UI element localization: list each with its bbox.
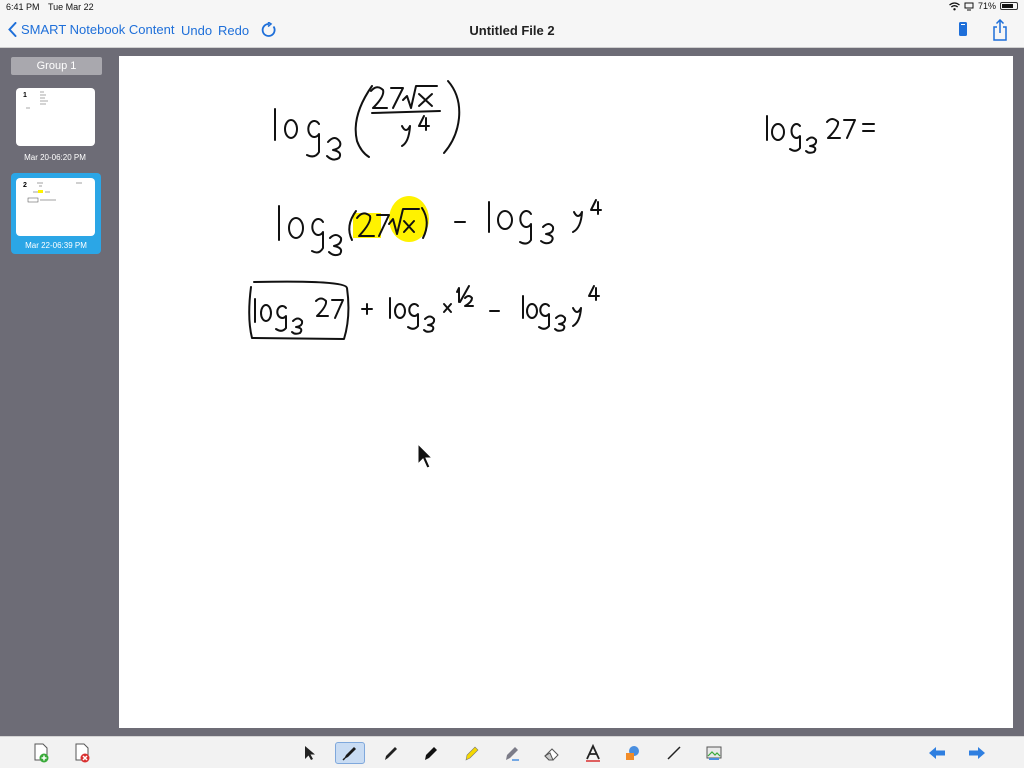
fill-tool[interactable] (622, 742, 644, 764)
line-tool[interactable] (663, 742, 685, 764)
next-page-icon (969, 747, 985, 759)
select-icon (305, 746, 315, 760)
page-thumbnail-2-caption: Mar 22-06:39 PM (25, 241, 87, 250)
share-button[interactable] (992, 18, 1008, 46)
previous-page-icon (929, 747, 945, 759)
ink-line-1 (274, 80, 461, 161)
status-time: 6:41 PM (6, 2, 40, 12)
delete-page-button[interactable] (72, 742, 94, 764)
add-page-icon (34, 743, 49, 763)
status-bar: 6:41 PM Tue Mar 22 71% (0, 0, 1024, 14)
eraser-icon (544, 748, 559, 761)
redo-button[interactable]: Redo (218, 23, 249, 38)
calligraphy-pen-tool[interactable] (380, 742, 402, 764)
calligraphy-pen-icon (385, 747, 397, 760)
page-sorter-sidebar (0, 48, 112, 736)
eraser-tool[interactable] (541, 742, 563, 764)
pen-icon (342, 747, 356, 761)
group-tab[interactable]: Group 1 (11, 57, 102, 75)
fill-icon (626, 746, 639, 760)
ink-line-2 (278, 196, 602, 257)
magic-pen-icon (506, 747, 519, 761)
highlighter-icon (465, 746, 479, 761)
phone-icon (959, 22, 967, 36)
text-tool[interactable] (582, 742, 604, 764)
marker-icon (425, 747, 437, 760)
page-thumbnail-2[interactable]: 2 (16, 178, 95, 236)
thumbnail-preview (27, 182, 82, 203)
refresh-icon (261, 21, 276, 37)
status-right: 71% (949, 1, 1018, 11)
text-icon (586, 744, 600, 762)
back-button-label: SMART Notebook Content (21, 22, 175, 37)
pen-tool[interactable] (335, 742, 365, 764)
line-icon (667, 746, 681, 760)
next-page-button[interactable] (966, 742, 988, 764)
chevron-left-icon (8, 22, 17, 37)
status-date: Tue Mar 22 (48, 2, 94, 12)
gallery-tool[interactable] (703, 742, 725, 764)
select-tool[interactable] (299, 742, 321, 764)
wifi-icon (949, 1, 960, 10)
navigation-bar: SMART Notebook Content Undo Redo Untitle… (0, 14, 1024, 48)
back-button[interactable]: SMART Notebook Content (8, 22, 174, 37)
bottom-toolbar (0, 736, 1024, 768)
thumbnail-preview (26, 91, 48, 109)
screen-mirroring-icon (964, 2, 974, 10)
ink-line-3 (248, 280, 600, 340)
highlighter-tool[interactable] (461, 742, 483, 764)
gallery-icon (706, 746, 722, 760)
previous-page-button[interactable] (926, 742, 948, 764)
whiteboard-canvas[interactable] (119, 56, 1013, 728)
handwriting-layer (248, 80, 875, 469)
undo-button[interactable]: Undo (181, 23, 212, 38)
marker-tool[interactable] (420, 742, 442, 764)
magic-pen-tool[interactable] (501, 742, 523, 764)
share-icon (993, 18, 1007, 41)
refresh-button[interactable] (261, 21, 277, 43)
add-page-button[interactable] (31, 742, 53, 764)
mouse-cursor (417, 442, 434, 469)
device-button[interactable] (958, 21, 968, 42)
ink-side-note (766, 115, 875, 154)
battery-icon (1000, 2, 1018, 10)
delete-page-icon (75, 743, 90, 763)
page-thumbnail-1[interactable]: 1 (16, 88, 95, 146)
battery-percent: 71% (977, 1, 996, 11)
page-thumbnail-1-caption: Mar 20-06:20 PM (24, 153, 86, 162)
